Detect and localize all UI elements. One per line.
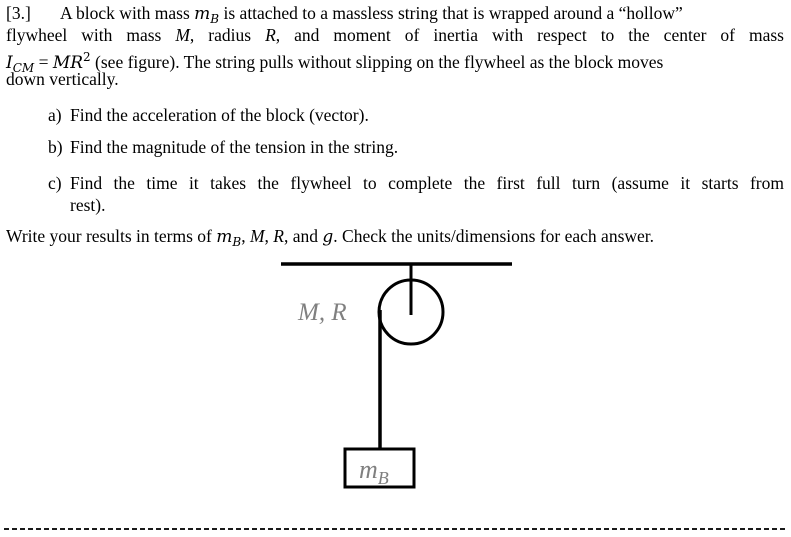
flywheel-diagram: M, R mB bbox=[281, 262, 512, 489]
flywheel-label: M, R bbox=[297, 299, 347, 326]
separator-line bbox=[4, 528, 787, 530]
